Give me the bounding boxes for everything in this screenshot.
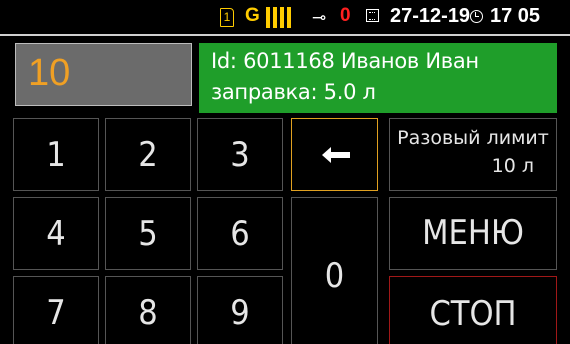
key-8-label: 8	[138, 293, 158, 333]
time-display: 17 05	[490, 5, 541, 27]
key-9-button[interactable]: 9	[197, 276, 283, 344]
key-4-button[interactable]: 4	[13, 197, 99, 270]
driver-info-panel: Id: 6011168 Иванов Иван заправка: 5.0 л	[199, 43, 557, 113]
key-5-button[interactable]: 5	[105, 197, 191, 270]
key-5-label: 5	[138, 214, 158, 254]
limit-title: Разовый лимит	[397, 127, 549, 149]
menu-label: МЕНЮ	[422, 213, 524, 253]
menu-button[interactable]: МЕНЮ	[389, 197, 557, 270]
refuel-amount: заправка: 5.0 л	[211, 80, 376, 104]
backspace-arrow-icon	[322, 147, 350, 163]
clock-icon	[470, 10, 483, 23]
calendar-icon	[366, 9, 379, 22]
key-0-button[interactable]: 0	[291, 197, 378, 344]
amount-display: 10	[15, 43, 192, 106]
amount-value: 10	[28, 52, 71, 94]
key-7-button[interactable]: 7	[13, 276, 99, 344]
sim-slot-label: 1	[223, 10, 231, 24]
one-time-limit-button[interactable]: Разовый лимит 10 л	[389, 118, 557, 191]
driver-id-name: Id: 6011168 Иванов Иван	[211, 49, 479, 73]
key-1-label: 1	[46, 135, 66, 175]
date-display: 27-12-19	[390, 5, 471, 27]
signal-strength-icon	[266, 7, 298, 29]
key-4-label: 4	[46, 214, 66, 254]
key-6-label: 6	[230, 214, 250, 254]
key-6-button[interactable]: 6	[197, 197, 283, 270]
backspace-button[interactable]	[291, 118, 378, 191]
stop-button[interactable]: СТОП	[389, 276, 557, 344]
key-3-button[interactable]: 3	[197, 118, 283, 191]
sim-card-icon: 1	[220, 8, 234, 27]
stop-label: СТОП	[429, 294, 517, 334]
status-bar: 1 G ⊸ 0 27-12-19 17 05	[0, 0, 570, 34]
key-3-label: 3	[230, 135, 250, 175]
network-type-indicator: G	[245, 5, 260, 26]
key-9-label: 9	[230, 293, 250, 333]
key-7-label: 7	[46, 293, 66, 333]
key-2-label: 2	[138, 135, 158, 175]
key-2-button[interactable]: 2	[105, 118, 191, 191]
status-divider	[0, 34, 570, 36]
key-0-label: 0	[324, 256, 345, 296]
key-8-button[interactable]: 8	[105, 276, 191, 344]
key-count: 0	[340, 5, 351, 26]
key-1-button[interactable]: 1	[13, 118, 99, 191]
limit-value: 10 л	[491, 155, 534, 177]
key-icon: ⊸	[312, 8, 327, 27]
